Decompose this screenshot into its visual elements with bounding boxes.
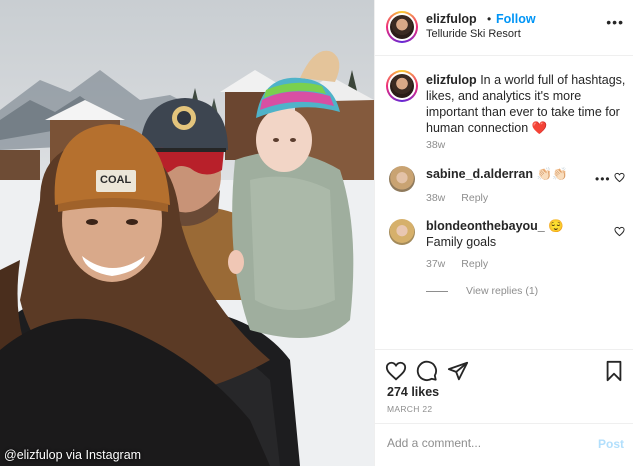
- replies-divider: [426, 290, 448, 292]
- reply-button[interactable]: Reply: [461, 192, 488, 204]
- comment-timestamp: 38w: [426, 192, 446, 204]
- author-username[interactable]: elizfulop: [426, 12, 477, 26]
- comment-icon[interactable]: [416, 360, 438, 382]
- comment-timestamp: 37w: [426, 258, 446, 270]
- comment-username[interactable]: blondeonthebayou_: [426, 219, 545, 233]
- comment-like-icon[interactable]: [614, 226, 625, 237]
- author-avatar[interactable]: [386, 11, 418, 43]
- beanie-label: COAL: [100, 174, 132, 186]
- bookmark-icon[interactable]: [603, 360, 625, 382]
- comment-meta: 38w Reply: [426, 192, 488, 204]
- likes-count[interactable]: 274 likes: [387, 385, 439, 399]
- follow-button[interactable]: Follow: [496, 12, 536, 26]
- comment-more-icon[interactable]: •••: [595, 172, 611, 186]
- comment-meta: 37w Reply: [426, 258, 488, 270]
- post-date: MARCH 22: [387, 404, 433, 414]
- comment-like-icon[interactable]: [614, 172, 625, 183]
- heart-icon[interactable]: [385, 360, 407, 382]
- caption-avatar[interactable]: [386, 70, 418, 102]
- add-comment-input[interactable]: [387, 436, 567, 450]
- photo-credit: @elizfulop via Instagram: [4, 448, 142, 462]
- add-comment-bar: Post: [375, 423, 633, 466]
- comment-text: blondeonthebayou_ 😌 Family goals: [426, 218, 604, 250]
- reply-button[interactable]: Reply: [461, 258, 488, 270]
- post-side-panel: elizfulop • Follow Telluride Ski Resort …: [374, 0, 633, 466]
- commenter-avatar[interactable]: [389, 166, 415, 192]
- comment-body: 👏🏻👏🏻: [536, 167, 568, 181]
- share-icon[interactable]: [447, 360, 469, 382]
- caption-username[interactable]: elizfulop: [426, 73, 477, 87]
- more-options-icon[interactable]: •••: [606, 14, 624, 30]
- commenter-avatar[interactable]: [389, 219, 415, 245]
- separator-dot: •: [487, 12, 492, 26]
- post-comment-button[interactable]: Post: [598, 437, 624, 451]
- post-header: elizfulop • Follow Telluride Ski Resort …: [375, 0, 633, 56]
- photo-illustration: [0, 50, 374, 466]
- comment-text: sabine_d.alderran 👏🏻👏🏻: [426, 166, 604, 182]
- view-replies-label: View replies (1): [466, 285, 539, 297]
- post-photo[interactable]: COAL @elizfulop via Instagram: [0, 0, 374, 466]
- view-replies-button[interactable]: View replies (1): [426, 285, 538, 297]
- comment-username[interactable]: sabine_d.alderran: [426, 167, 533, 181]
- location-link[interactable]: Telluride Ski Resort: [426, 28, 521, 40]
- caption-text: elizfulop In a world full of hashtags, l…: [426, 72, 626, 136]
- caption-timestamp: 38w: [426, 139, 446, 151]
- action-bar: [375, 349, 633, 389]
